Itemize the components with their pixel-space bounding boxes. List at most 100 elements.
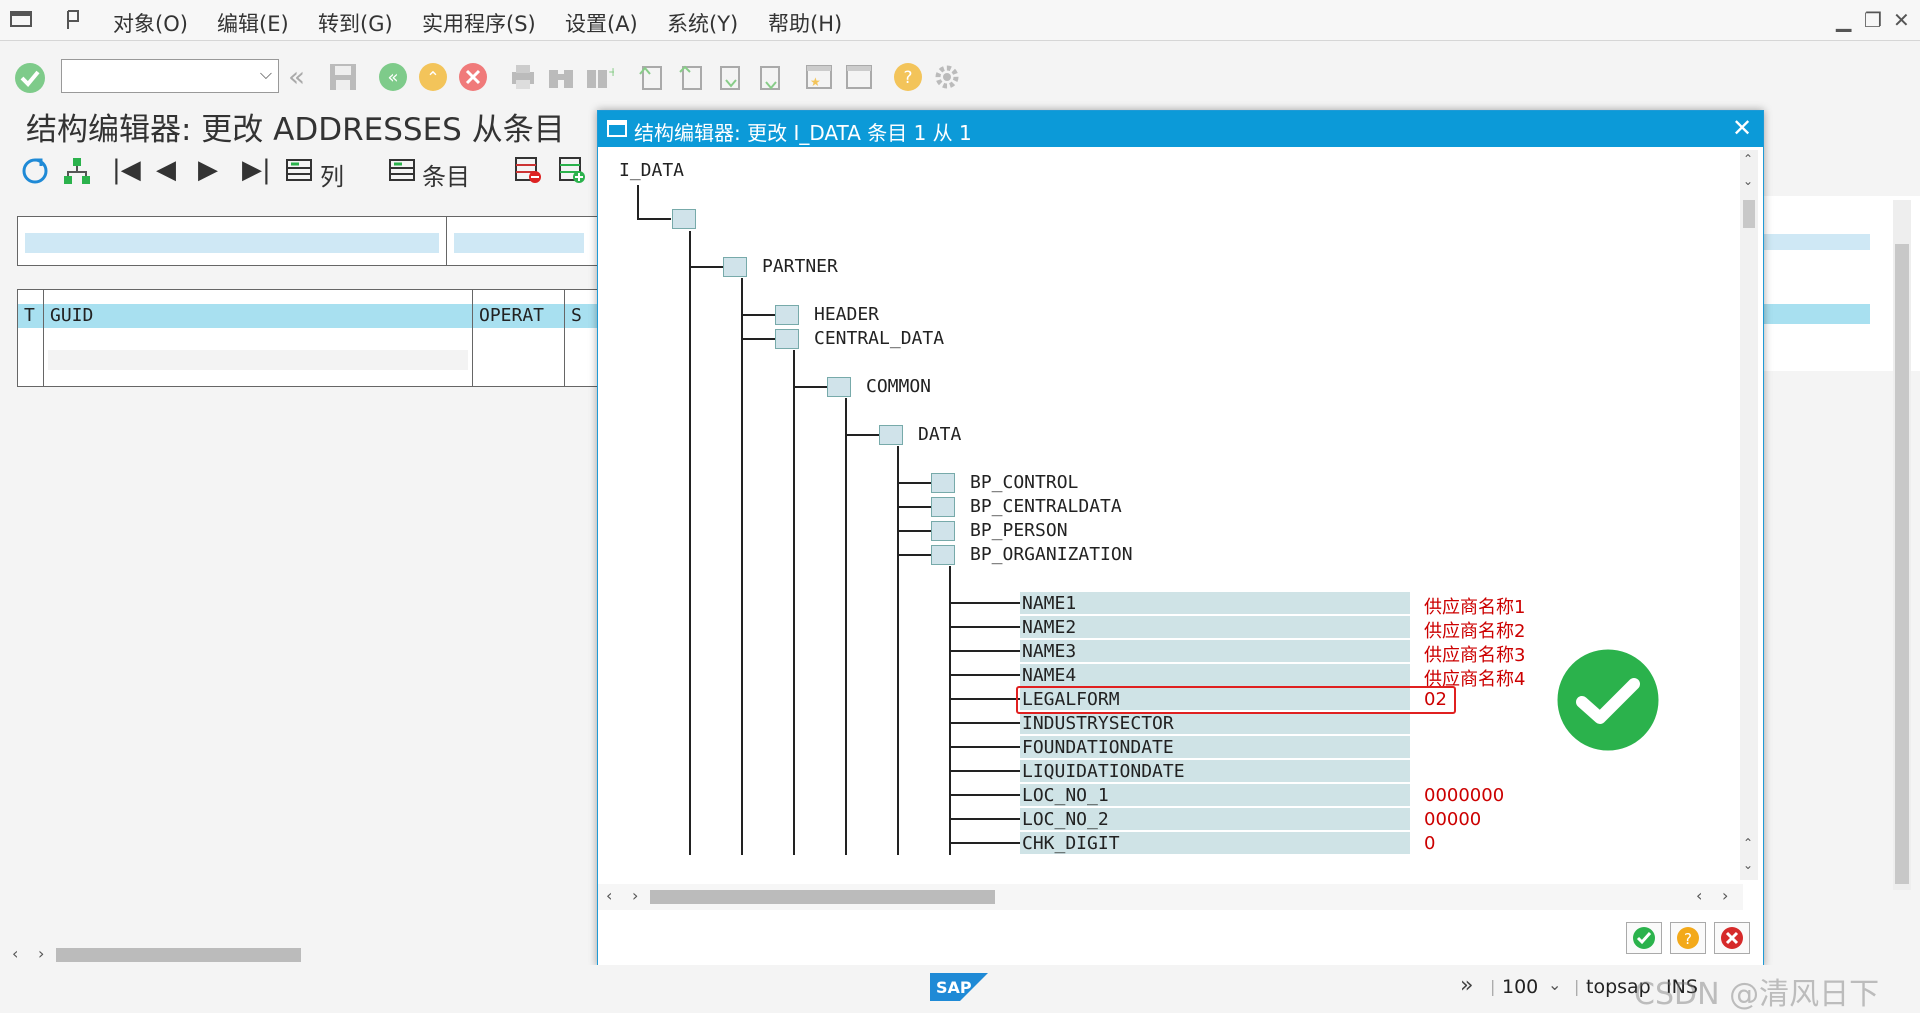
command-field[interactable]: ⌵ (61, 59, 279, 93)
scroll-left-icon[interactable]: ‹ (606, 886, 612, 905)
insert-row-icon[interactable] (558, 156, 586, 184)
folder-open-icon[interactable] (931, 545, 955, 565)
menu-settings[interactable]: 设置(A) (565, 8, 638, 38)
dialog-help-button[interactable]: ? (1670, 922, 1706, 954)
command-input[interactable] (62, 60, 246, 90)
sap-logo-text: SAP (936, 978, 972, 997)
columns-icon[interactable] (285, 156, 313, 184)
back-icon[interactable]: « (378, 62, 408, 92)
tree-node-bp-organization[interactable]: BP_ORGANIZATION (970, 544, 1133, 565)
field-value-input[interactable]: 0 (1424, 833, 1435, 854)
folder-plus-icon[interactable] (931, 497, 955, 517)
folder-plus-icon[interactable] (931, 521, 955, 541)
tree-node-common[interactable]: COMMON (866, 376, 931, 397)
first-page-icon[interactable] (636, 62, 666, 92)
shortcut-icon[interactable] (844, 62, 874, 92)
next-page-icon[interactable] (716, 62, 746, 92)
first-entry-icon[interactable]: |◀ (112, 155, 141, 185)
cancel-icon[interactable] (458, 62, 488, 92)
folder-open-icon[interactable] (672, 209, 696, 229)
find-icon[interactable] (546, 62, 576, 92)
help-icon[interactable]: ? (893, 62, 923, 92)
last-entry-icon[interactable]: ▶| (242, 155, 271, 185)
menu-utilities[interactable]: 实用程序(S) (422, 8, 536, 38)
scroll-down-icon[interactable]: ⌄ (1743, 174, 1753, 188)
columns-label[interactable]: 列 (320, 157, 344, 192)
minimize-icon[interactable]: ▁ (1836, 8, 1851, 32)
enter-check-icon[interactable] (14, 62, 46, 94)
scroll-up-icon[interactable]: ⌃ (1743, 152, 1753, 166)
folder-open-icon[interactable] (723, 257, 747, 277)
dialog-vertical-scrollbar[interactable]: ⌃ ⌄ ⌃ ⌄ (1740, 150, 1758, 880)
save-icon[interactable] (328, 62, 358, 92)
field-name: LIQUIDATIONDATE (1022, 761, 1185, 782)
scroll-left-icon[interactable]: ‹ (12, 944, 18, 963)
column-header-operat[interactable]: OPERAT (479, 305, 544, 326)
new-session-icon[interactable]: ★ (804, 62, 834, 92)
menu-goto[interactable]: 转到(G) (318, 8, 393, 38)
folder-open-icon[interactable] (879, 425, 903, 445)
menu-help[interactable]: 帮助(H) (768, 8, 842, 38)
column-header-t[interactable]: T (24, 305, 35, 326)
double-left-icon[interactable]: « (288, 60, 305, 93)
folder-plus-icon[interactable] (775, 305, 799, 325)
scroll-right-icon[interactable]: › (38, 944, 44, 963)
scroll-up-icon[interactable]: ⌃ (1743, 836, 1753, 850)
scroll-right-icon[interactable]: › (632, 886, 638, 905)
table-row[interactable] (48, 350, 468, 370)
tree-node-bp-control[interactable]: BP_CONTROL (970, 472, 1078, 493)
menu-icon[interactable] (10, 10, 32, 30)
background-horizontal-scrollbar[interactable] (56, 948, 301, 962)
exit-icon[interactable]: ⌃ (418, 62, 448, 92)
check-badge-icon (1554, 646, 1662, 754)
tree-node-data[interactable]: DATA (918, 424, 961, 445)
chevron-down-icon[interactable]: ⌵ (260, 64, 272, 84)
dialog-horizontal-scrollbar[interactable]: ‹ › ‹ › (598, 884, 1743, 910)
print-icon[interactable] (508, 62, 538, 92)
menu-system[interactable]: 系统(Y) (667, 8, 738, 38)
delete-row-icon[interactable] (514, 156, 542, 184)
header-key-field-1[interactable] (25, 233, 439, 253)
tree-node-partner[interactable]: PARTNER (762, 256, 838, 277)
tree-node-central-data[interactable]: CENTRAL_DATA (814, 328, 944, 349)
entries-label[interactable]: 条目 (422, 157, 470, 192)
header-key-field-2[interactable] (454, 233, 584, 253)
scroll-left-icon[interactable]: ‹ (1696, 886, 1702, 905)
gear-icon[interactable] (932, 62, 962, 92)
field-value-input[interactable]: 0000000 (1424, 785, 1504, 806)
scroll-right-icon[interactable]: › (1722, 886, 1728, 905)
expand-status-icon[interactable]: » (1460, 973, 1473, 998)
cancel-icon (1721, 927, 1743, 949)
next-entry-icon[interactable]: ▶ (198, 155, 218, 185)
maximize-icon[interactable]: ❐ (1864, 8, 1882, 32)
background-vertical-scrollbar[interactable] (1893, 200, 1911, 890)
dialog-ok-button[interactable] (1626, 922, 1662, 954)
scroll-down-icon[interactable]: ⌄ (1743, 858, 1753, 872)
previous-page-icon[interactable] (676, 62, 706, 92)
column-header-s[interactable]: S (571, 305, 582, 326)
tree-node-i-data[interactable]: I_DATA (619, 160, 684, 181)
menu-object[interactable]: 对象(O) (113, 8, 188, 38)
field-value-input[interactable]: 00000 (1424, 809, 1481, 830)
column-header-guid[interactable]: GUID (50, 305, 93, 326)
sap-menu-icon[interactable] (64, 9, 86, 31)
hierarchy-icon[interactable] (62, 156, 92, 186)
close-window-icon[interactable]: ✕ (1893, 8, 1910, 32)
menu-edit[interactable]: 编辑(E) (217, 8, 289, 38)
zoom-value[interactable]: 100 (1502, 976, 1538, 998)
last-page-icon[interactable] (756, 62, 786, 92)
chevron-down-icon[interactable]: ⌄ (1548, 975, 1561, 994)
folder-open-icon[interactable] (775, 329, 799, 349)
folder-open-icon[interactable] (827, 377, 851, 397)
folder-plus-icon[interactable] (931, 473, 955, 493)
dialog-cancel-button[interactable] (1714, 922, 1750, 954)
find-next-icon[interactable]: + (584, 62, 614, 92)
previous-entry-icon[interactable]: ◀ (156, 155, 176, 185)
dialog-menu-icon[interactable] (607, 120, 627, 138)
tree-node-bp-person[interactable]: BP_PERSON (970, 520, 1068, 541)
tree-node-header[interactable]: HEADER (814, 304, 879, 325)
dialog-close-icon[interactable]: ✕ (1732, 114, 1752, 142)
refresh-icon[interactable] (20, 156, 50, 186)
tree-node-bp-centraldata[interactable]: BP_CENTRALDATA (970, 496, 1122, 517)
entries-icon[interactable] (388, 156, 416, 184)
